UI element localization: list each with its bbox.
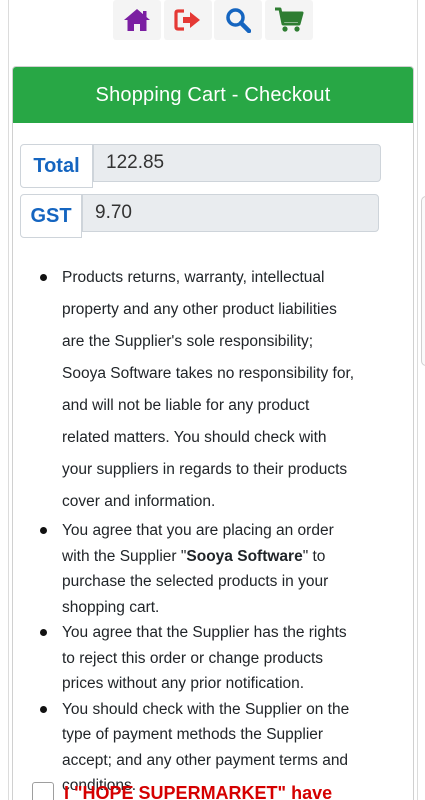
cart-button[interactable] [265, 0, 313, 40]
cart-icon [274, 7, 304, 33]
search-icon [225, 7, 251, 33]
agreement-text[interactable]: I "HOPE SUPERMARKET" have [64, 782, 332, 800]
scrollbar[interactable] [421, 196, 425, 366]
gst-field: 9.70 [82, 194, 379, 232]
agree-checkbox[interactable] [32, 782, 54, 800]
home-button[interactable] [113, 0, 161, 40]
terms-list: Products returns, warranty, intellectual… [40, 262, 360, 799]
agreement-row: I "HOPE SUPERMARKET" have [32, 782, 332, 800]
gst-label: GST [20, 194, 82, 238]
total-field: 122.85 [93, 144, 381, 182]
term-item: You agree that the Supplier has the righ… [40, 620, 360, 697]
supplier-name: Sooya Software [186, 547, 303, 565]
logout-icon [174, 8, 202, 32]
term-item: You agree that you are placing an order … [40, 518, 360, 620]
logout-button[interactable] [164, 0, 212, 40]
term-item: Products returns, warranty, intellectual… [40, 262, 360, 518]
top-navigation [0, 0, 425, 44]
total-row: Total 122.85 [20, 144, 381, 188]
home-icon [123, 7, 151, 33]
total-label: Total [20, 144, 93, 188]
search-button[interactable] [214, 0, 262, 40]
checkout-header: Shopping Cart - Checkout [13, 67, 413, 123]
gst-row: GST 9.70 [20, 194, 379, 238]
